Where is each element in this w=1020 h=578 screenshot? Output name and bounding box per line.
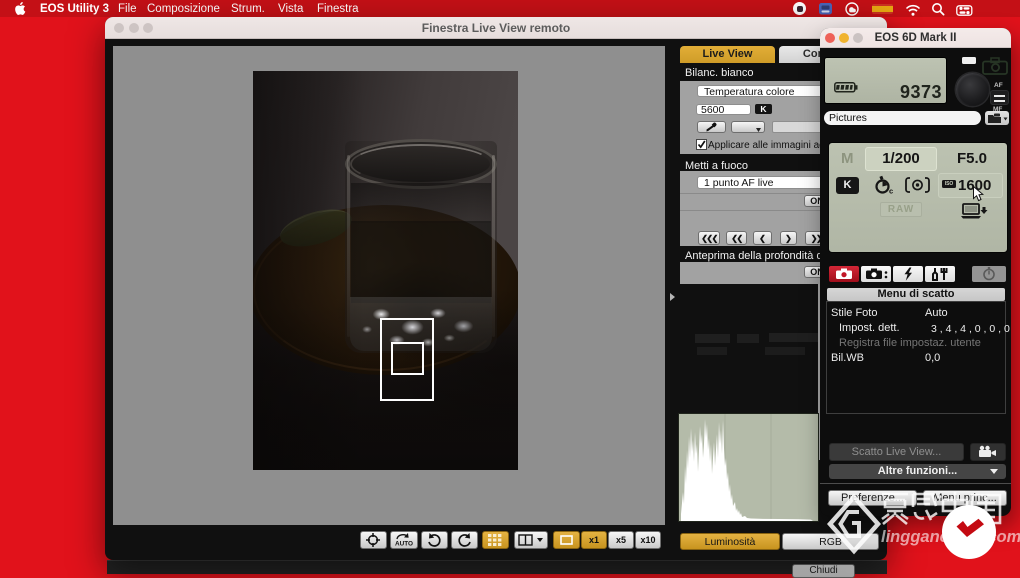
svg-text:c: c	[889, 187, 893, 196]
svg-text:AUTO: AUTO	[395, 541, 413, 548]
